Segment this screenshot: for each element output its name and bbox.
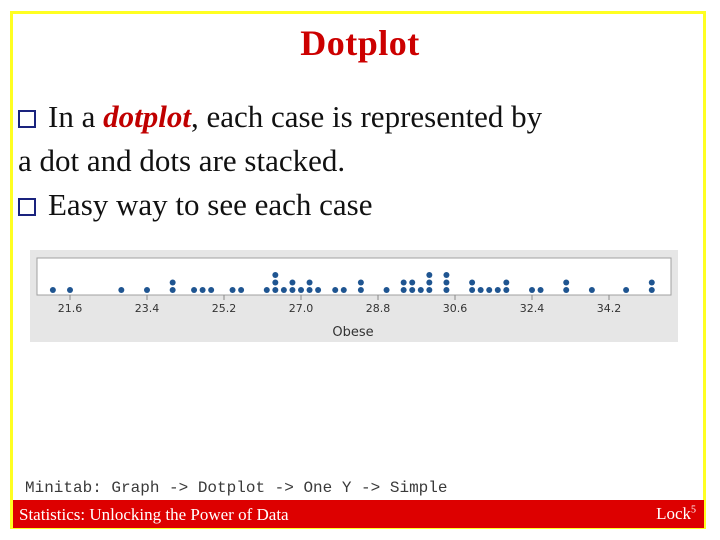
data-dot [443, 272, 450, 278]
data-dot [563, 287, 570, 293]
data-dot [563, 279, 570, 286]
data-dot [357, 287, 364, 293]
data-dot [409, 279, 416, 286]
bullet-item: In a dotplot, each case is represented b… [18, 95, 708, 139]
data-dot [272, 272, 279, 278]
data-dot [169, 287, 176, 293]
plot-area [36, 257, 672, 296]
data-dot [529, 287, 535, 293]
x-tick-label: 23.4 [135, 302, 160, 315]
footer-bar: Statistics: Unlocking the Power of Data … [13, 500, 704, 528]
data-dot [332, 287, 339, 293]
bullet-item: Easy way to see each case [18, 183, 708, 227]
data-dot [306, 287, 313, 293]
data-dot [340, 287, 347, 293]
data-dot [280, 287, 287, 293]
data-dot [229, 287, 236, 293]
data-dot [486, 287, 493, 293]
data-dot [289, 287, 296, 293]
bullet-emphasis: dotplot [103, 99, 191, 134]
footer-author: Lock5 [656, 504, 696, 524]
minitab-instructions: Minitab: Graph -> Dotplot -> One Y -> Si… [25, 479, 448, 497]
footer-author-name: Lock [656, 504, 691, 523]
data-dot [443, 279, 450, 286]
data-dot [426, 279, 433, 286]
data-dot [400, 279, 407, 286]
data-dot [469, 287, 476, 293]
bullet-text-pre: In a [48, 99, 104, 134]
data-dot [477, 287, 484, 293]
data-dot [648, 287, 655, 293]
data-dot [537, 287, 544, 293]
slide-title: Dotplot [300, 23, 420, 63]
data-dot [208, 287, 215, 293]
data-dot [191, 287, 198, 293]
data-dot [49, 287, 56, 293]
footer-author-sup: 5 [691, 504, 696, 516]
data-dot [400, 287, 407, 293]
data-dot [588, 287, 595, 293]
x-tick-label: 30.6 [443, 302, 468, 315]
data-dot [494, 287, 501, 293]
data-dot [469, 279, 476, 286]
square-bullet-icon [18, 110, 36, 128]
dotplot-chart: 21.6 23.4 25.2 27.0 28.8 30.6 32.4 34.2 Obese [30, 250, 678, 342]
bullet-text-post: , each case is represented by [190, 99, 543, 134]
dotplot-svg: 21.6 23.4 25.2 27.0 28.8 30.6 32.4 34.2 Obese [36, 257, 672, 340]
x-tick-label: 32.4 [520, 302, 545, 315]
data-dot [443, 287, 450, 293]
x-tick-label: 25.2 [212, 302, 237, 315]
data-dot [144, 287, 150, 293]
bullet-list: In a dotplot, each case is represented b… [18, 95, 708, 227]
data-dot [648, 279, 655, 286]
square-bullet-icon [18, 198, 36, 216]
data-dot [272, 279, 279, 286]
data-dot [315, 287, 322, 293]
bullet-text: Easy way to see each case [48, 187, 373, 222]
data-dot [426, 272, 433, 278]
x-tick-label: 28.8 [366, 302, 391, 315]
data-dot [169, 279, 176, 286]
data-dot [289, 279, 296, 286]
data-dot [298, 287, 304, 293]
data-dot [503, 279, 510, 286]
x-tick-label: 21.6 [58, 302, 83, 315]
x-tick-label: 27.0 [289, 302, 314, 315]
data-dot [503, 287, 510, 293]
data-dot [306, 279, 313, 286]
x-tick-label: 34.2 [597, 302, 622, 315]
data-dot [263, 287, 270, 293]
data-dot [238, 287, 245, 293]
data-dot [199, 287, 206, 293]
data-dot [426, 287, 433, 293]
bullet-continuation: a dot and dots are stacked. [18, 143, 346, 178]
data-dot [409, 287, 416, 293]
footer-book-title: Statistics: Unlocking the Power of Data [19, 505, 289, 524]
data-dot [383, 287, 390, 293]
data-dot [357, 279, 364, 286]
data-dot [67, 287, 73, 293]
x-axis-label: Obese [332, 325, 373, 340]
data-dot [272, 287, 279, 293]
data-dot [623, 287, 630, 293]
data-dot [417, 287, 424, 293]
data-dot [118, 287, 125, 293]
